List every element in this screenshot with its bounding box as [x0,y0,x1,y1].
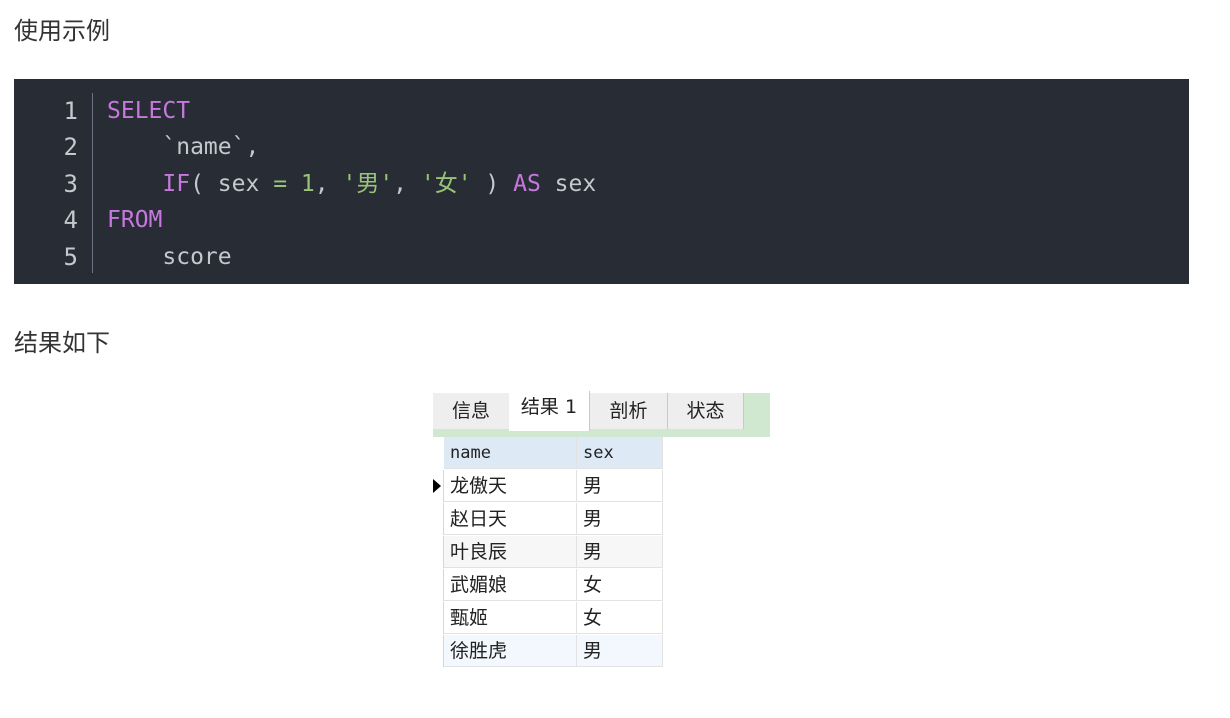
table-cell[interactable]: 女 [577,569,663,601]
code-token: , [393,170,421,197]
code-token: ( sex [190,170,274,197]
tab-profile[interactable]: 剖析 [590,393,668,429]
code-line: `name`, [107,129,596,165]
row-indicator[interactable] [433,635,444,667]
line-number: 4 [63,206,78,235]
code-token: '男' [342,170,394,197]
table-cell[interactable]: 叶良辰 [444,536,577,568]
code-lines: SELECT `name`, IF( sex = 1, '男', '女' ) A… [107,93,596,275]
heading-result: 结果如下 [14,329,110,357]
heading-usage-example: 使用示例 [14,17,110,45]
line-number-gutter: 1 2 3 4 5 [14,93,93,273]
table-cell[interactable]: 男 [577,470,663,502]
line-number: 5 [63,242,78,271]
code-token: = [273,170,288,197]
table-cell[interactable]: 男 [577,503,663,535]
tab-status[interactable]: 状态 [668,393,744,429]
line-number: 1 [63,97,78,125]
current-row-arrow-icon [433,479,441,493]
tab-info[interactable]: 信息 [433,393,510,429]
code-token: FROM [107,207,163,234]
code-line: IF( sex = 1, '男', '女' ) AS sex [107,166,596,202]
table-cell[interactable]: 龙傲天 [444,470,577,502]
code-token: IF [162,170,191,197]
column-header-sex[interactable]: sex [577,437,663,469]
code-line: score [107,239,596,275]
row-indicator[interactable] [433,503,444,535]
row-indicator[interactable] [433,470,444,502]
column-header-name[interactable]: name [444,437,577,469]
code-token: sex [540,170,597,197]
code-block: 1 2 3 4 5 SELECT `name`, IF( sex = 1, '男', '… [14,79,1189,284]
table-cell[interactable]: 赵日天 [444,503,577,535]
code-token: score [107,243,232,270]
tab-bar: 信息 结果 1 剖析 状态 [433,391,770,437]
row-indicator[interactable] [433,536,444,568]
table-cell[interactable]: 男 [577,635,663,667]
code-token: `name`, [107,134,260,161]
code-token: 1 [300,170,315,197]
row-indicator[interactable] [433,602,444,634]
code-token: ) [471,170,514,197]
table-cell[interactable]: 女 [577,602,663,634]
code-token: SELECT [107,98,191,124]
tab-result-1[interactable]: 结果 1 [509,391,590,431]
table-cell[interactable]: 甄姬 [444,602,577,634]
code-token: '女' [420,170,472,197]
line-number: 2 [63,133,78,162]
result-panel: 信息 结果 1 剖析 状态 name sex 龙傲天男赵日天男叶良辰男武媚娘女甄姬女… [433,391,770,673]
table-cell[interactable]: 徐胜虎 [444,635,577,667]
table-cell[interactable]: 男 [577,536,663,568]
code-token: , [314,170,343,197]
code-line: FROM [107,202,596,238]
line-number: 3 [63,169,78,198]
code-line: SELECT [107,93,596,129]
code-token: AS [513,170,541,197]
row-indicator[interactable] [433,569,444,601]
table-cell[interactable]: 武媚娘 [444,569,577,601]
